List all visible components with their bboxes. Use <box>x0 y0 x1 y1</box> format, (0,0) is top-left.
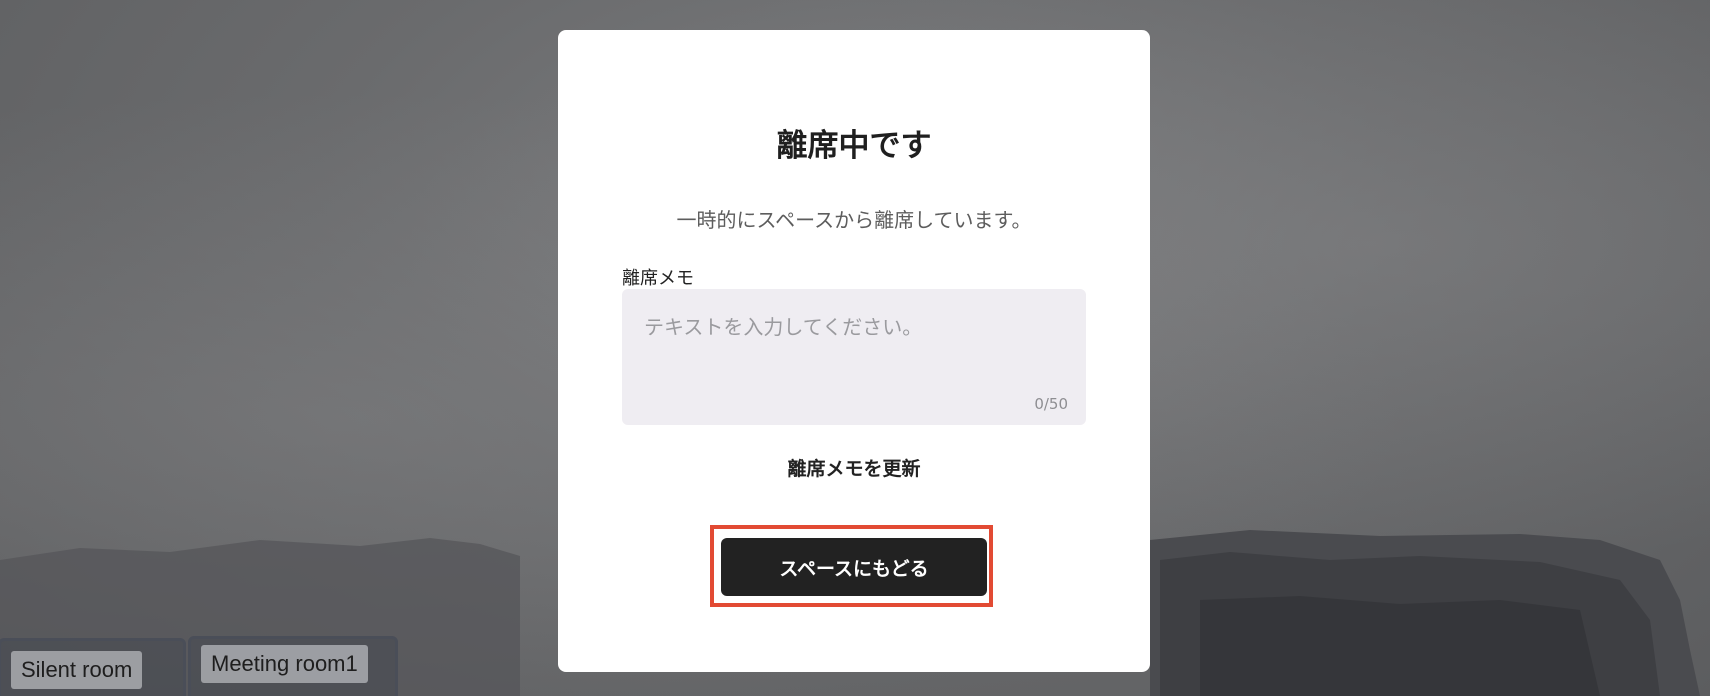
room-label: Meeting room1 <box>201 645 368 683</box>
modal-description: 一時的にスペースから離席しています。 <box>676 208 1032 232</box>
memo-input[interactable] <box>622 289 1086 425</box>
memo-character-counter: 0/50 <box>1034 395 1068 413</box>
away-modal: 離席中です 一時的にスペースから離席しています。 離席メモ 0/50 離席メモを… <box>558 30 1150 672</box>
room-tile-meeting[interactable]: Meeting room1 <box>188 636 398 696</box>
room-tile-silent[interactable]: Silent room <box>0 638 186 696</box>
update-memo-button[interactable]: 離席メモを更新 <box>558 454 1150 481</box>
return-to-space-button[interactable]: スペースにもどる <box>721 538 987 596</box>
room-label: Silent room <box>11 651 143 689</box>
modal-title: 離席中です <box>776 128 932 164</box>
memo-field: 0/50 <box>622 289 1086 425</box>
